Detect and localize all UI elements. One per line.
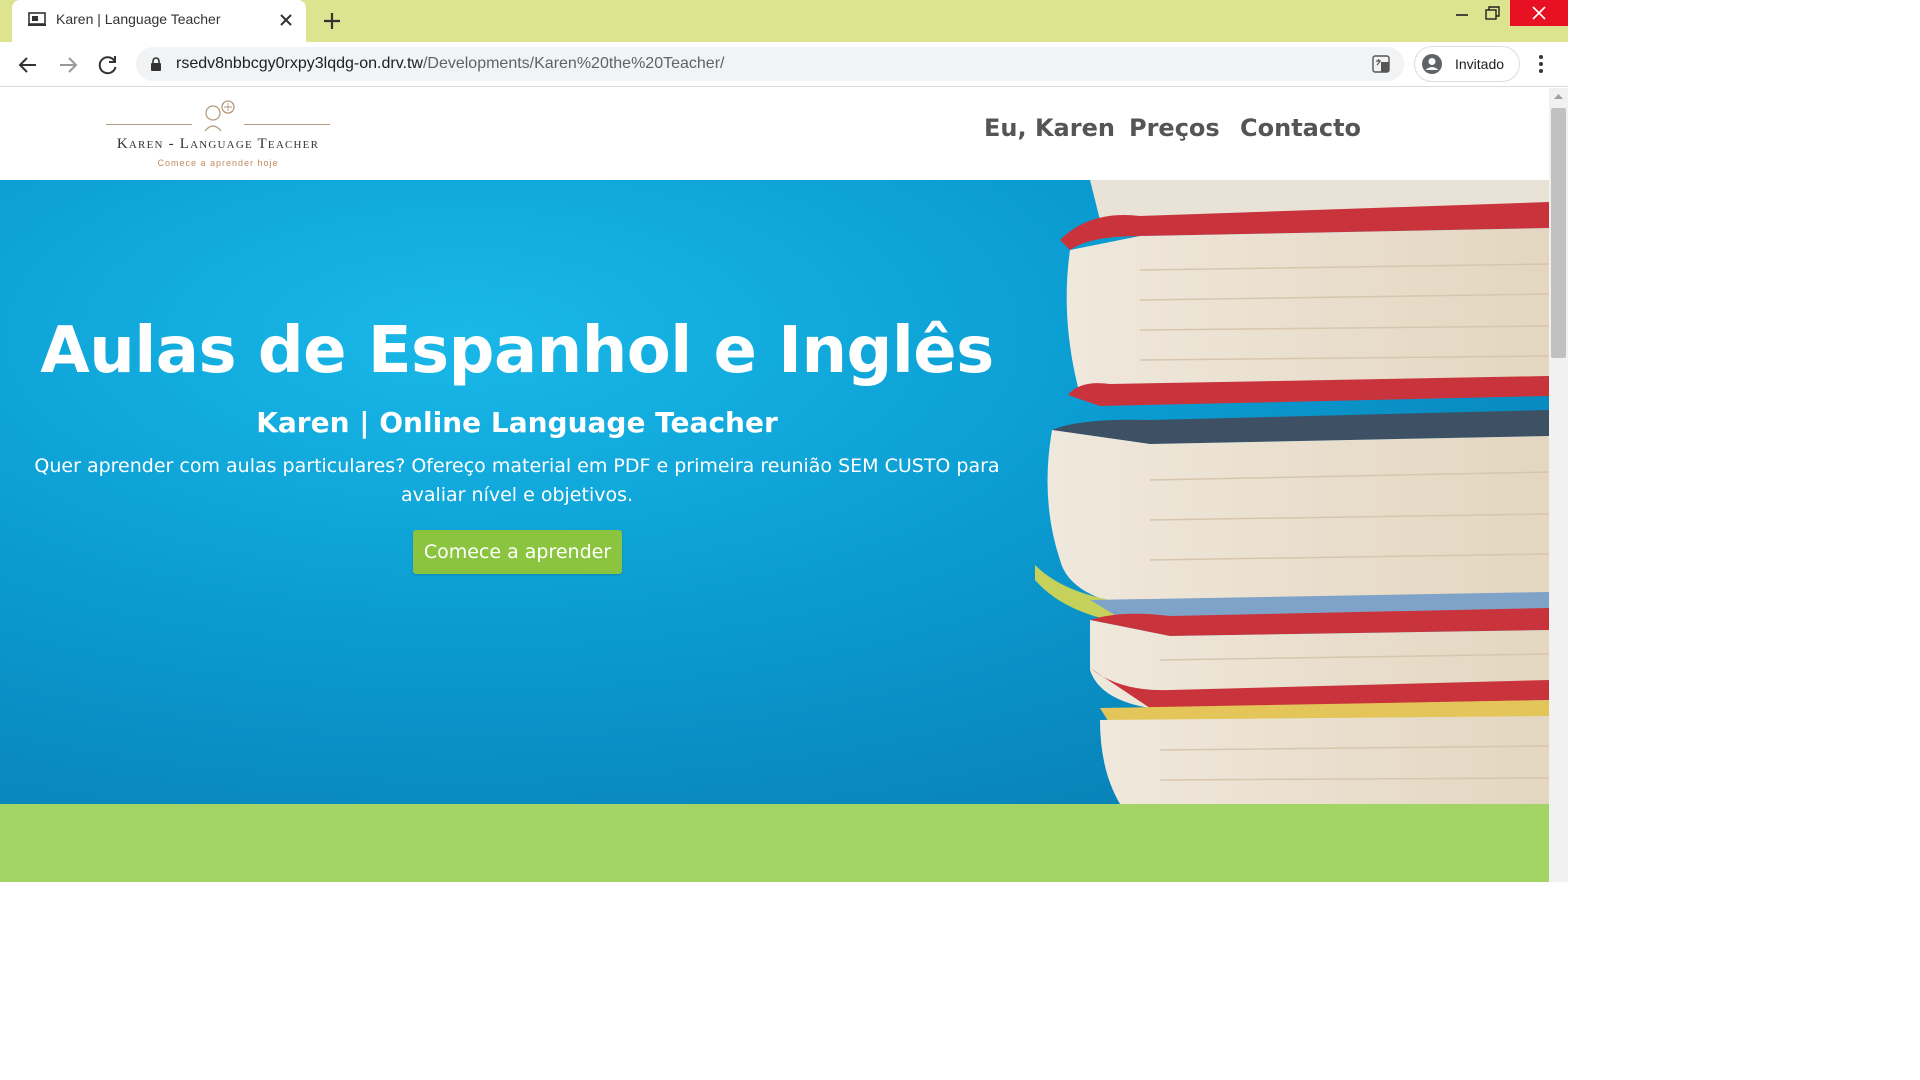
logo-divider: [106, 124, 192, 125]
browser-toolbar: rsedv8nbbcgy0rxpy3lqdg-on.drv.tw/Develop…: [0, 42, 1568, 87]
profile-button[interactable]: Invitado: [1414, 46, 1520, 82]
translate-icon[interactable]: [1372, 55, 1390, 73]
teacher-face-icon: [204, 100, 235, 132]
url-path: /Developments/Karen%20the%20Teacher/: [422, 55, 725, 72]
new-tab-icon[interactable]: [318, 7, 346, 35]
url-host: rsedv8nbbcgy0rxpy3lqdg-on.drv.tw: [176, 55, 423, 72]
lock-icon[interactable]: [150, 56, 162, 72]
logo-tagline: Comece a aprender hoje: [157, 158, 279, 168]
books-stack-image: [1035, 180, 1549, 804]
scroll-up-icon[interactable]: [1553, 92, 1564, 100]
hero-title: Aulas de Espanhol e Inglês: [40, 314, 994, 388]
tab-active[interactable]: Karen | Language Teacher: [12, 0, 306, 42]
nav-link-contacto[interactable]: Contacto: [1240, 114, 1361, 142]
address-bar[interactable]: rsedv8nbbcgy0rxpy3lqdg-on.drv.tw/Develop…: [136, 47, 1404, 81]
tab-close-icon[interactable]: [274, 8, 298, 32]
nav-link-precos[interactable]: Preços: [1129, 114, 1220, 142]
site-header: Karen - Language Teacher Comece a aprend…: [0, 88, 1549, 180]
window-close-button[interactable]: [1510, 0, 1568, 26]
logo-name: Karen - Language Teacher: [116, 136, 320, 152]
back-icon[interactable]: [14, 51, 42, 79]
tab-title: Karen | Language Teacher: [56, 11, 221, 27]
scrollbar-thumb[interactable]: [1551, 108, 1566, 358]
hero-description: Quer aprender com aulas particulares? Of…: [34, 455, 1000, 506]
hero-section: Aulas de Espanhol e Inglês Karen | Onlin…: [0, 180, 1549, 804]
window-close-icon: [1532, 6, 1546, 20]
browser-window: Karen | Language Teacher rsedv8nbbcgy0rx…: [0, 0, 1568, 882]
hero-subtitle: Karen | Online Language Teacher: [256, 406, 778, 439]
site-logo[interactable]: Karen - Language Teacher Comece a aprend…: [104, 100, 332, 172]
green-section: [0, 804, 1549, 882]
more-options-icon[interactable]: [1530, 51, 1552, 77]
tab-strip: Karen | Language Teacher: [0, 0, 1568, 42]
site-favicon-icon: [28, 12, 46, 26]
page-viewport: Karen - Language Teacher Comece a aprend…: [0, 88, 1549, 882]
nav-link-eu-karen[interactable]: Eu, Karen: [984, 114, 1115, 142]
page-scrollbar[interactable]: [1549, 88, 1568, 882]
forward-icon[interactable]: [54, 51, 82, 79]
logo-divider: [244, 124, 330, 125]
reload-icon[interactable]: [94, 51, 122, 79]
start-learning-button[interactable]: Comece a aprender: [413, 530, 622, 574]
avatar-icon: [1422, 54, 1442, 74]
url-text[interactable]: rsedv8nbbcgy0rxpy3lqdg-on.drv.tw/Develop…: [176, 55, 724, 73]
window-restore-icon[interactable]: [1478, 0, 1506, 28]
profile-label: Invitado: [1455, 56, 1505, 72]
window-minimize-icon[interactable]: [1448, 0, 1476, 28]
